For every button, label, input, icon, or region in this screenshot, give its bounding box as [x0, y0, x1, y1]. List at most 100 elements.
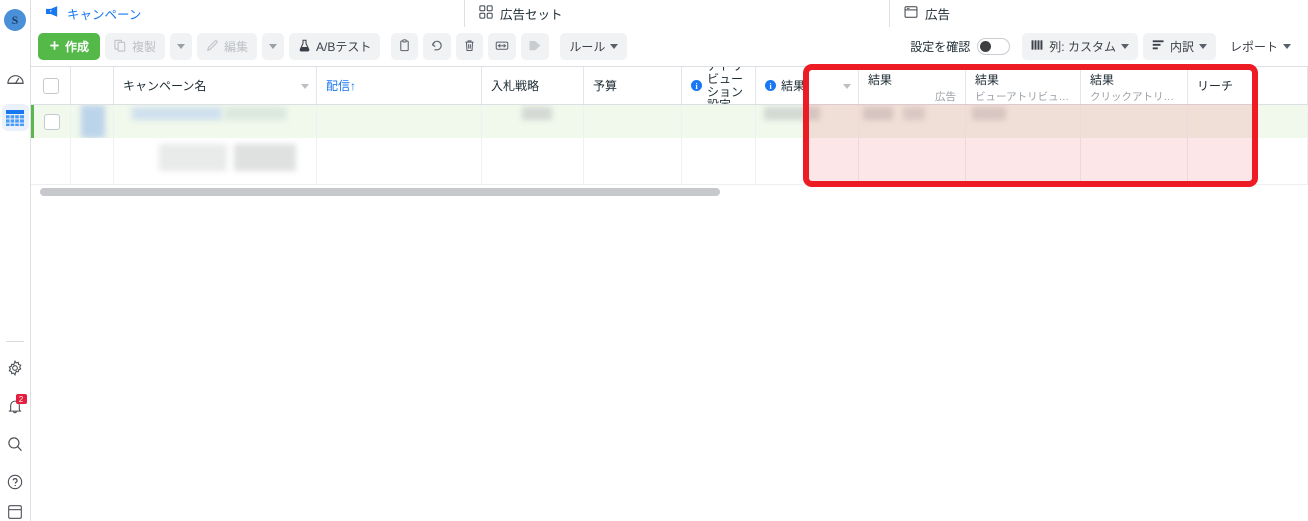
- row-campaign-name-cell: [114, 105, 317, 138]
- dashboard-icon[interactable]: [0, 64, 31, 94]
- rules-button-label: ルール: [569, 40, 606, 54]
- columns-button[interactable]: 列: カスタム: [1022, 33, 1138, 60]
- chevron-down-icon[interactable]: [843, 83, 851, 89]
- clipboard-icon: [398, 38, 411, 55]
- chevron-down-icon: [1198, 44, 1207, 49]
- help-icon[interactable]: [0, 467, 31, 497]
- column-header-result-1[interactable]: i 結果: [756, 67, 859, 104]
- bell-icon[interactable]: 2: [0, 391, 31, 421]
- chevron-down-icon: [1283, 44, 1291, 49]
- table-row[interactable]: [31, 105, 1308, 138]
- chevron-down-icon[interactable]: [301, 83, 309, 89]
- column-header-campaign-name-label: キャンペーン名: [123, 79, 207, 93]
- column-header-campaign-name[interactable]: キャンペーン名: [114, 67, 317, 104]
- breakdown-button[interactable]: 内訳: [1142, 33, 1216, 60]
- info-icon[interactable]: i: [691, 80, 702, 91]
- column-header-bid-strategy[interactable]: 入札戦略: [482, 67, 584, 104]
- row-budget-cell: [584, 105, 682, 138]
- chevron-down-icon: [1120, 44, 1129, 49]
- avatar[interactable]: S: [0, 5, 31, 35]
- column-header-budget[interactable]: 予算: [584, 67, 682, 104]
- chevron-down-icon: [269, 44, 278, 49]
- info-icon[interactable]: i: [765, 80, 776, 91]
- column-header-result-2[interactable]: 結果 広告: [859, 67, 966, 104]
- copy-icon: [114, 39, 127, 55]
- row-select-cell[interactable]: [31, 105, 71, 138]
- row-toggle-cell: [71, 138, 114, 190]
- apps-icon[interactable]: [0, 503, 31, 521]
- toolbar: 作成 複製 編集 A/Bテスト ルール 設定を確認 列: カスタム 内訳 レポー…: [31, 27, 1308, 66]
- tab-adset[interactable]: 広告セット: [465, 0, 890, 27]
- window-icon: [904, 5, 918, 22]
- row-delivery-cell: [317, 138, 482, 190]
- delete-button[interactable]: [456, 33, 484, 60]
- columns-icon: [1031, 39, 1044, 54]
- duplicate-button[interactable]: 複製: [105, 33, 166, 60]
- reports-button[interactable]: レポート: [1221, 33, 1300, 60]
- toggle-knob: [980, 41, 992, 52]
- table-row[interactable]: [31, 138, 1308, 190]
- row-reach-cell: [1188, 105, 1308, 138]
- column-header-result-4-label: 結果: [1090, 73, 1115, 87]
- redacted-block: [132, 107, 222, 120]
- chevron-down-icon: [177, 44, 186, 49]
- column-header-delivery[interactable]: 配信↑: [317, 67, 482, 104]
- plus-icon: [49, 40, 60, 54]
- setting-check-label: 設定を確認: [910, 40, 971, 54]
- column-header-result-3[interactable]: 結果 ビューアトリビューシ…: [966, 67, 1081, 104]
- undo-button[interactable]: [423, 33, 452, 60]
- select-all-header[interactable]: [31, 67, 71, 104]
- column-header-reach[interactable]: リーチ: [1188, 67, 1308, 104]
- gear-icon[interactable]: [0, 353, 31, 383]
- left-rail: S 2: [0, 0, 31, 521]
- create-button-label: 作成: [65, 40, 90, 54]
- rules-button[interactable]: ルール: [560, 33, 628, 60]
- column-header-reach-label: リーチ: [1197, 79, 1234, 93]
- scrollbar-thumb[interactable]: [40, 188, 720, 196]
- column-header-result-4[interactable]: 結果 クリックアトリビュー…: [1081, 67, 1188, 104]
- tab-ad-label: 広告: [925, 8, 951, 22]
- row-delivery-cell: [317, 105, 482, 138]
- column-header-result-4-sublabel: クリックアトリビュー…: [1090, 91, 1178, 103]
- table-icon[interactable]: [1, 104, 29, 131]
- search-icon[interactable]: [0, 429, 31, 459]
- edit-button[interactable]: 編集: [197, 33, 258, 60]
- tab-bar: キャンペーン 広告セット 広告: [31, 0, 1308, 27]
- row-result-2-cell: [859, 105, 966, 138]
- edit-dropdown[interactable]: [262, 33, 285, 60]
- horizontal-scrollbar[interactable]: [31, 184, 1308, 199]
- column-header-attribution[interactable]: i アトリビューション設定: [682, 67, 756, 104]
- redacted-block: [863, 107, 893, 120]
- row-attribution-cell: [682, 138, 756, 190]
- tab-adset-label: 広告セット: [500, 8, 563, 22]
- avatar-initial: S: [4, 9, 26, 31]
- column-header-budget-label: 予算: [593, 79, 618, 93]
- abtest-button[interactable]: A/Bテスト: [289, 33, 381, 60]
- row-result-4-cell: [1081, 138, 1188, 190]
- row-reach-cell: [1188, 138, 1308, 190]
- redacted-block: [224, 107, 286, 120]
- export-button[interactable]: [488, 33, 517, 60]
- row-result-1-cell: [756, 138, 859, 190]
- table-header-row: キャンペーン名 配信↑ 入札戦略 予算 i アトリビューション設定 i 結果 結…: [31, 66, 1308, 105]
- abtest-button-label: A/Bテスト: [316, 40, 372, 54]
- row-campaign-name-cell: [114, 138, 317, 190]
- row-toggle-cell[interactable]: [71, 105, 114, 138]
- tag-button[interactable]: [521, 33, 550, 60]
- setting-check-toggle[interactable]: 設定を確認: [910, 38, 1011, 55]
- toggle-switch[interactable]: [977, 38, 1011, 55]
- row-select-cell[interactable]: [31, 138, 71, 190]
- breakdown-button-label: 内訳: [1169, 40, 1194, 54]
- duplicate-dropdown[interactable]: [170, 33, 193, 60]
- select-all-checkbox[interactable]: [42, 77, 59, 94]
- tab-campaign-label: キャンペーン: [67, 8, 142, 22]
- row-attribution-cell: [682, 105, 756, 138]
- row-result-4-cell: [1081, 105, 1188, 138]
- redacted-block: [522, 107, 552, 120]
- clipboard-button[interactable]: [391, 33, 419, 60]
- rail-divider: [6, 341, 24, 342]
- create-button[interactable]: 作成: [38, 33, 101, 60]
- tab-ad[interactable]: 広告: [890, 0, 1308, 27]
- row-checkbox[interactable]: [44, 113, 60, 130]
- tab-campaign[interactable]: キャンペーン: [31, 0, 465, 27]
